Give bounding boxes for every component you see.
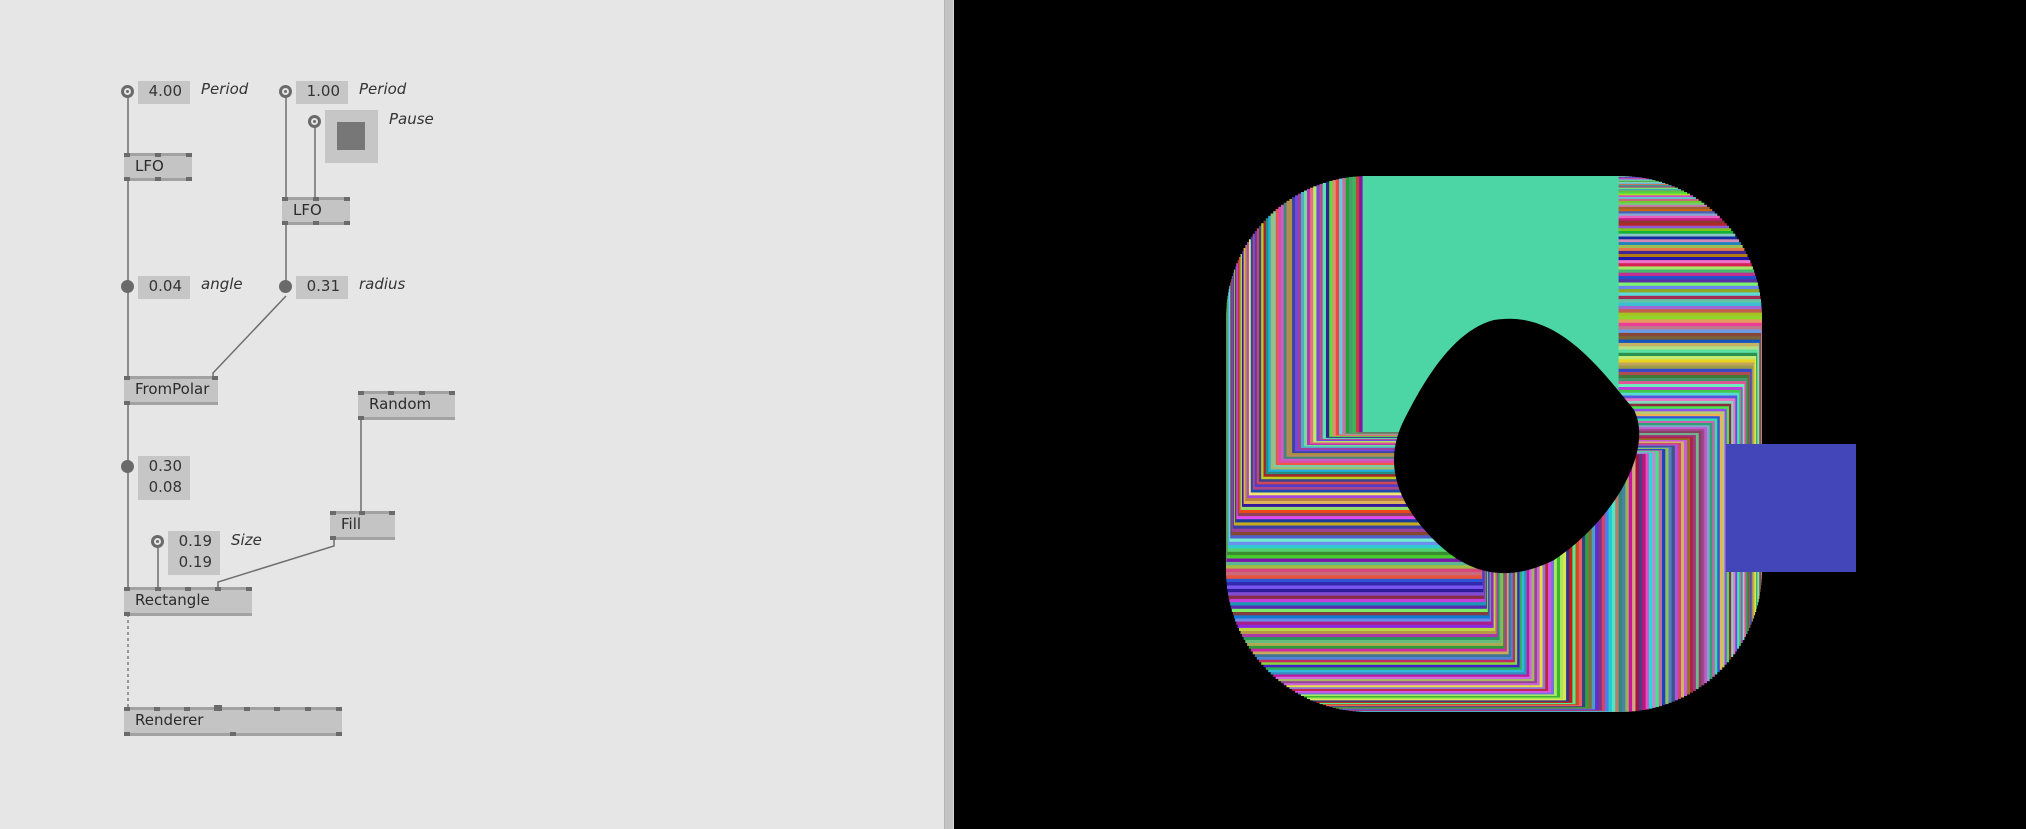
render-rect-current — [1726, 444, 1856, 572]
angle-iobox[interactable]: 0.04 — [138, 276, 190, 299]
fill-node-label: Fill — [341, 515, 362, 533]
splitter[interactable] — [944, 0, 954, 829]
lfo-node-2[interactable]: LFO — [282, 197, 350, 225]
rectangle-node[interactable]: Rectangle — [124, 587, 252, 616]
patch-wires — [127, 92, 362, 707]
wire-radius-frompolar — [212, 295, 287, 378]
period-iobox-2[interactable]: 1.00 — [296, 81, 348, 104]
position-pin[interactable] — [121, 460, 134, 473]
pause-toggle[interactable] — [325, 110, 378, 163]
period-label-2: Period — [359, 80, 407, 98]
renderer-node[interactable]: Renderer — [124, 705, 342, 736]
size-x-value: 0.19 — [178, 532, 212, 550]
radius-pin[interactable] — [279, 280, 292, 293]
period-pin-2[interactable] — [279, 85, 292, 98]
rectangle-node-label: Rectangle — [135, 591, 210, 609]
lfo-node-2-label: LFO — [293, 201, 322, 219]
size-y-value: 0.19 — [178, 553, 212, 571]
position-y-value: 0.08 — [148, 478, 182, 496]
period-pin-1[interactable] — [121, 85, 134, 98]
patch-editor[interactable]: 4.00 Period LFO 1.00 Period Pause LFO 0.… — [0, 0, 944, 829]
random-node-label: Random — [369, 395, 432, 413]
fill-node[interactable]: Fill — [330, 511, 395, 540]
random-node[interactable]: Random — [358, 391, 455, 420]
lfo-node-1-label: LFO — [135, 157, 164, 175]
size-pin[interactable] — [151, 535, 164, 548]
pause-label: Pause — [389, 110, 434, 128]
radius-iobox[interactable]: 0.31 — [296, 276, 348, 299]
lfo-node-1[interactable]: LFO — [124, 153, 192, 181]
frompolar-node[interactable]: FromPolar — [124, 376, 218, 405]
radius-label: radius — [359, 275, 406, 293]
period-iobox-1[interactable]: 4.00 — [138, 81, 190, 104]
position-iobox[interactable]: 0.30 0.08 — [138, 456, 190, 500]
angle-label: angle — [201, 275, 243, 293]
size-label: Size — [231, 531, 262, 549]
frompolar-node-label: FromPolar — [135, 380, 210, 398]
position-x-value: 0.30 — [148, 457, 182, 475]
renderer-window — [954, 0, 2026, 829]
renderer-node-label: Renderer — [135, 711, 204, 729]
period-label-1: Period — [201, 80, 249, 98]
pause-pin[interactable] — [308, 115, 321, 128]
size-iobox[interactable]: 0.19 0.19 — [168, 531, 220, 575]
angle-pin[interactable] — [121, 280, 134, 293]
render-canvas — [1226, 176, 1856, 712]
